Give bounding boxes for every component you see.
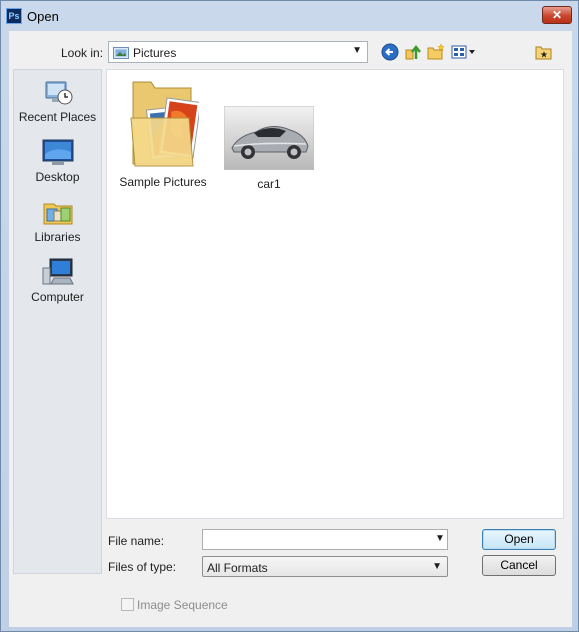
dialog-title: Open xyxy=(27,9,59,24)
file-list-view[interactable]: Sample Pictures car1 xyxy=(106,69,564,519)
desktop-icon xyxy=(42,139,73,165)
look-in-label: Look in: xyxy=(61,46,104,60)
back-icon[interactable] xyxy=(381,43,399,61)
view-menu-icon[interactable] xyxy=(451,43,477,61)
dialog-body: Look in: Pictures ▼ Recent Places Deskto… xyxy=(9,31,572,627)
close-button[interactable]: ✕ xyxy=(542,6,572,24)
places-bar: Recent Places Desktop Libraries Computer xyxy=(13,69,102,574)
place-label: Libraries xyxy=(34,230,81,244)
image-thumbnail-icon xyxy=(223,105,315,171)
new-folder-icon[interactable] xyxy=(427,43,445,61)
favorite-folder-icon[interactable] xyxy=(535,43,553,61)
look-in-value: Pictures xyxy=(133,46,177,60)
open-dialog: Ps Open ✕ Look in: Pictures ▼ Recent Pla… xyxy=(0,0,579,632)
place-label: Desktop xyxy=(35,170,80,184)
file-item-sample-pictures[interactable]: Sample Pictures xyxy=(115,78,211,189)
folder-icon xyxy=(130,81,202,167)
place-label: Recent Places xyxy=(18,110,97,124)
file-name: Sample Pictures xyxy=(119,175,207,189)
place-desktop[interactable]: Desktop xyxy=(14,136,101,184)
recent-places-icon xyxy=(45,81,72,105)
file-name: car1 xyxy=(257,177,281,191)
image-sequence-checkbox[interactable] xyxy=(121,598,134,611)
cancel-button[interactable]: Cancel xyxy=(482,555,556,576)
chevron-down-icon[interactable]: ▼ xyxy=(352,45,362,56)
file-type-label: Files of type: xyxy=(108,560,177,574)
place-computer[interactable]: Computer xyxy=(14,256,101,304)
place-libraries[interactable]: Libraries xyxy=(14,196,101,244)
image-sequence-label: Image Sequence xyxy=(137,598,228,612)
open-button[interactable]: Open xyxy=(482,529,556,550)
file-type-dropdown[interactable]: All Formats ▼ xyxy=(202,556,448,577)
chevron-down-icon: ▼ xyxy=(432,561,442,572)
file-name-input[interactable] xyxy=(202,529,448,550)
title-bar[interactable]: Ps Open ✕ xyxy=(1,1,578,31)
computer-icon xyxy=(42,258,74,285)
up-folder-icon[interactable] xyxy=(404,43,422,61)
place-recent-places[interactable]: Recent Places xyxy=(14,76,101,124)
file-name-label: File name: xyxy=(108,534,165,548)
file-item-car1[interactable]: car1 xyxy=(221,105,317,191)
pictures-folder-icon xyxy=(113,47,129,59)
chevron-down-icon[interactable]: ▼ xyxy=(435,533,445,544)
libraries-icon xyxy=(43,203,72,225)
look-in-dropdown[interactable]: Pictures ▼ xyxy=(108,41,368,63)
file-type-value: All Formats xyxy=(207,561,268,575)
place-label: Computer xyxy=(31,290,84,304)
photoshop-app-icon: Ps xyxy=(6,8,22,24)
